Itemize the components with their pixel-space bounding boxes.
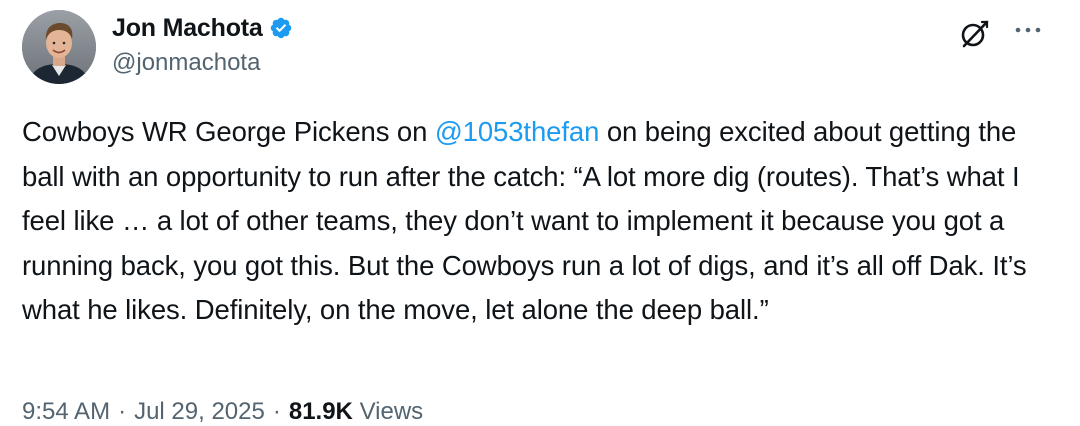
- tweet-meta: 9:54 AM · Jul 29, 2025 · 81.9K Views: [22, 398, 423, 426]
- author-handle[interactable]: @jonmachota: [112, 49, 260, 77]
- views-count: 81.9K: [288, 398, 353, 425]
- tweet-date[interactable]: Jul 29, 2025: [134, 398, 265, 425]
- author-display-name[interactable]: Jon Machota: [112, 14, 263, 43]
- avatar[interactable]: [22, 10, 96, 84]
- avatar-photo: [22, 10, 96, 84]
- views-label: Views: [359, 398, 424, 425]
- verified-badge-icon[interactable]: [269, 16, 293, 40]
- tweet-text: Cowboys WR George Pickens on @1053thefan…: [22, 110, 1052, 333]
- more-options-icon[interactable]: [1012, 18, 1044, 42]
- mention-link[interactable]: @1053thefan: [435, 116, 600, 147]
- meta-separator: ·: [118, 398, 127, 425]
- author-name-row[interactable]: Jon Machota: [112, 11, 293, 45]
- meta-separator: ·: [272, 398, 281, 425]
- tweet: Jon Machota @jonmachota Cowboys WR Georg…: [0, 0, 1080, 425]
- grok-icon[interactable]: [956, 16, 992, 52]
- tweet-time[interactable]: 9:54 AM: [22, 398, 110, 425]
- tweet-text-part: Cowboys WR George Pickens on: [22, 116, 435, 147]
- tweet-text-part: on being excited about getting the ball …: [22, 116, 1035, 325]
